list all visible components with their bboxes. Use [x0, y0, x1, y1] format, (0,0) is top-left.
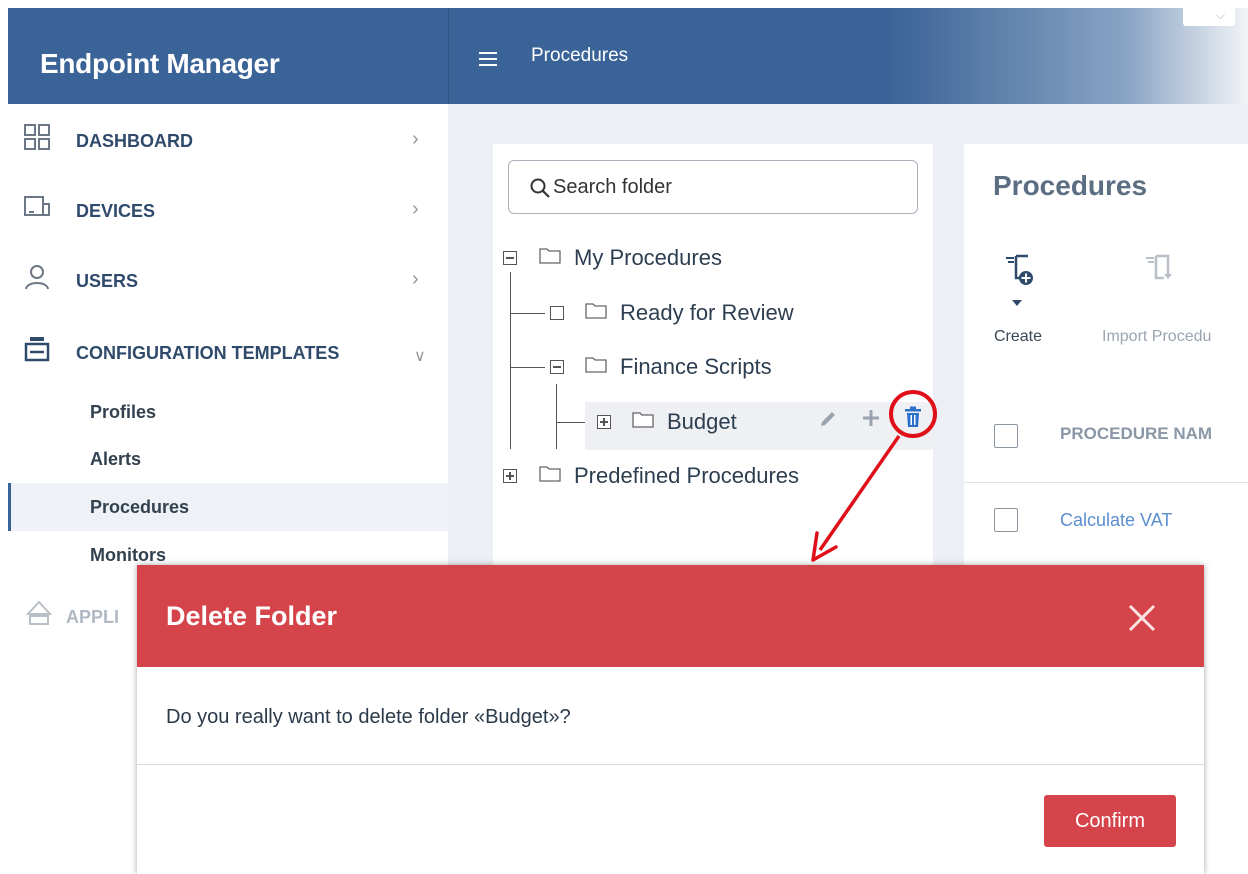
chevron-down-icon: ∨: [414, 348, 426, 365]
select-all-checkbox[interactable]: [994, 424, 1018, 448]
top-bar: Procedures: [448, 8, 1248, 104]
chevron-right-icon: ›: [412, 128, 419, 150]
sidebar-item-dashboard[interactable]: DASHBOARD ›: [8, 108, 448, 168]
sidebar-subitem-alerts[interactable]: Alerts: [8, 435, 448, 483]
create-procedure-icon: [1006, 254, 1033, 285]
collapse-toggle[interactable]: [503, 251, 517, 265]
tree-line: [510, 272, 511, 449]
sidebar-item-users[interactable]: USERS ›: [8, 248, 448, 308]
sidebar-item-label: CONFIGURATION TEMPLATES: [76, 343, 340, 363]
page-title: Procedures: [531, 45, 629, 66]
sidebar-subitem-profiles[interactable]: Profiles: [8, 388, 448, 436]
sidebar-subitem-label: Procedures: [90, 497, 190, 517]
grid-icon: [24, 124, 50, 150]
sidebar-item-configuration-templates[interactable]: CONFIGURATION TEMPLATES ∨: [8, 320, 448, 380]
top-dropdown[interactable]: ⌵: [1183, 8, 1235, 26]
delete-icon[interactable]: [904, 406, 922, 428]
tree-node-checkbox[interactable]: [550, 306, 564, 320]
sidebar-item-label: DASHBOARD: [76, 131, 193, 151]
hamburger-menu-icon[interactable]: [479, 52, 497, 66]
applications-icon: [26, 600, 52, 625]
confirm-button[interactable]: Confirm: [1044, 795, 1176, 847]
create-label: Create: [994, 328, 1043, 345]
sidebar-item-label: DEVICES: [76, 201, 156, 221]
sidebar-subitem-label: Alerts: [90, 449, 142, 469]
sidebar-subitem-label: Monitors: [90, 545, 166, 565]
expand-toggle[interactable]: [503, 469, 517, 483]
folder-icon: [585, 303, 607, 319]
sidebar-subitem-label: Profiles: [90, 402, 157, 422]
tree-node-finance-scripts[interactable]: Finance Scripts: [620, 354, 772, 380]
search-icon: [530, 178, 550, 198]
dialog-message: Do you really want to delete folder «Bud…: [166, 706, 571, 728]
sidebar-item-devices[interactable]: DEVICES ›: [8, 178, 448, 238]
tree-node-budget[interactable]: Budget: [667, 409, 737, 435]
search-input[interactable]: [553, 171, 903, 203]
procedure-name-column-header[interactable]: PROCEDURE NAM: [1060, 424, 1212, 444]
sidebar-item-label: USERS: [76, 271, 139, 291]
sidebar-subitem-procedures[interactable]: Procedures: [8, 483, 448, 531]
add-icon[interactable]: [861, 408, 881, 428]
devices-icon: [24, 196, 50, 216]
tree-node-predefined-procedures[interactable]: Predefined Procedures: [574, 463, 799, 489]
dropdown-caret-icon: [1012, 300, 1022, 306]
edit-icon[interactable]: [818, 409, 838, 429]
tree-line: [510, 367, 545, 368]
procedures-title: Procedures: [993, 170, 1148, 201]
app-title: Endpoint Manager: [8, 8, 448, 104]
import-procedure-icon: [1146, 254, 1172, 280]
collapse-toggle[interactable]: [550, 360, 564, 374]
close-icon[interactable]: [1127, 603, 1157, 633]
folder-icon: [539, 248, 561, 264]
folder-icon: [585, 357, 607, 373]
dialog-header: Delete Folder: [137, 565, 1204, 667]
user-icon: [25, 265, 49, 290]
folder-icon: [632, 412, 654, 428]
expand-toggle[interactable]: [597, 415, 611, 429]
tree-node-my-procedures[interactable]: My Procedures: [574, 245, 722, 271]
chevron-down-icon: ⌵: [1215, 8, 1225, 22]
chevron-right-icon: ›: [412, 268, 419, 290]
templates-icon: [24, 337, 50, 362]
delete-folder-dialog: Delete Folder Do you really want to dele…: [137, 565, 1204, 874]
dialog-title: Delete Folder: [166, 601, 338, 631]
create-button[interactable]: Create: [994, 254, 1064, 354]
tree-line: [556, 384, 557, 449]
chevron-right-icon: ›: [412, 198, 419, 220]
search-box[interactable]: [508, 160, 918, 214]
dialog-divider: [137, 764, 1204, 765]
tree-line: [510, 313, 545, 314]
row-checkbox[interactable]: [994, 508, 1018, 532]
folder-icon: [539, 466, 561, 482]
row-divider: [964, 482, 1248, 483]
import-label: Import Procedu: [1102, 328, 1212, 345]
sidebar-item-label: APPLI: [66, 607, 120, 627]
tree-node-ready-for-review[interactable]: Ready for Review: [620, 300, 794, 326]
import-procedure-button[interactable]: Import Procedu: [1102, 254, 1248, 354]
procedure-link[interactable]: Calculate VAT: [1060, 510, 1172, 531]
